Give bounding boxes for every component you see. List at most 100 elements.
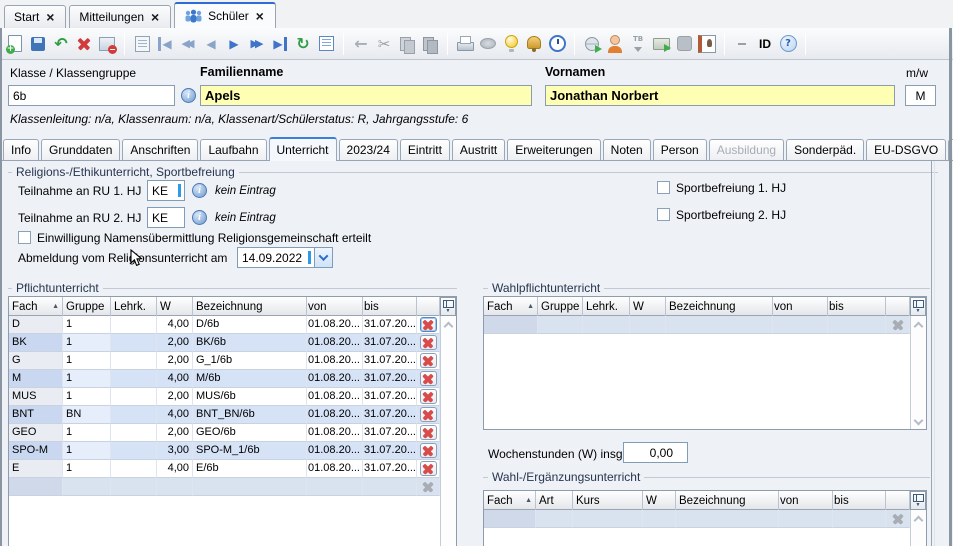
ru1-info-icon[interactable]	[192, 183, 207, 198]
hint-bulb-icon[interactable]	[501, 33, 521, 55]
sportbefreiung1-checkbox[interactable]	[657, 181, 670, 194]
column-header[interactable]: W	[643, 491, 676, 510]
remove-form-icon[interactable]	[97, 33, 117, 55]
delete-row-button[interactable]	[420, 425, 437, 440]
column-header[interactable]: von	[307, 297, 363, 316]
copy-icon[interactable]	[397, 33, 417, 55]
pflicht-row[interactable]: G 1 2,00 G_1/6b 01.08.20... 31.07.20...	[9, 352, 456, 370]
pflicht-row[interactable]: SPO-M 1 3,00 SPO-M_1/6b 01.08.20... 31.0…	[9, 442, 456, 460]
detail-tab[interactable]: Person	[653, 139, 707, 160]
document-tab[interactable]: Schüler	[174, 2, 276, 28]
ru1-input[interactable]: KE	[147, 180, 185, 201]
ru2-info-icon[interactable]	[192, 210, 207, 225]
detail-tab[interactable]: Info	[3, 139, 39, 160]
delete-row-button[interactable]	[420, 443, 437, 458]
copy-table-icon[interactable]	[132, 33, 152, 55]
abmeldung-date-value[interactable]: 14.09.2022	[237, 247, 314, 268]
column-header[interactable]: Fach	[484, 297, 538, 316]
nav-back-icon[interactable]	[201, 33, 221, 55]
pflicht-row[interactable]: GEO 1 2,00 GEO/6b 01.08.20... 31.07.20..…	[9, 424, 456, 442]
tab-close-icon[interactable]	[44, 10, 56, 25]
detail-tab[interactable]: Anschriften	[122, 139, 198, 160]
detail-tab[interactable]: Laufbahn	[200, 139, 266, 160]
column-header[interactable]: bis	[828, 297, 886, 316]
column-header[interactable]: Art	[536, 491, 573, 510]
delete-row-button[interactable]	[420, 371, 437, 386]
scroll-up-icon[interactable]	[914, 322, 924, 332]
web-export-icon[interactable]	[582, 33, 602, 55]
column-header[interactable]: von	[773, 297, 828, 316]
column-header[interactable]: bis	[363, 297, 417, 316]
pflicht-row[interactable]: MUS 1 2,00 MUS/6b 01.08.20... 31.07.20..…	[9, 388, 456, 406]
column-header[interactable]: bis	[833, 491, 886, 510]
delete-row-button[interactable]	[420, 389, 437, 404]
column-header[interactable]: W	[630, 297, 666, 316]
column-header[interactable]: W	[157, 297, 193, 316]
nav-first-icon[interactable]	[155, 33, 175, 55]
familienname-input[interactable]: Apels	[200, 85, 532, 106]
pflicht-row[interactable]: D 1 4,00 D/6b 01.08.20... 31.07.20...	[9, 316, 456, 334]
sportbefreiung2-checkbox[interactable]	[657, 208, 670, 221]
column-chooser-button[interactable]	[910, 491, 926, 510]
column-header[interactable]: Lehrk.	[111, 297, 157, 316]
column-header[interactable]: Fach	[484, 491, 536, 510]
column-header[interactable]: Bezeichnung	[676, 491, 779, 510]
column-header[interactable]: Gruppe	[538, 297, 583, 316]
address-book-icon[interactable]	[697, 33, 717, 55]
abmeldung-date-picker[interactable]: 14.09.2022	[237, 247, 333, 268]
pflicht-row[interactable]: BNT BN 4,00 BNT_BN/6b 01.08.20... 31.07.…	[9, 406, 456, 424]
klasse-input[interactable]: 6b	[8, 85, 175, 106]
refresh-icon[interactable]	[293, 33, 313, 55]
help-icon[interactable]	[778, 33, 798, 55]
detail-tab[interactable]: Eintritt	[400, 139, 450, 160]
date-dropdown-button[interactable]	[314, 247, 333, 268]
nav-last-icon[interactable]	[270, 33, 290, 55]
undo-icon[interactable]	[51, 33, 71, 55]
detail-tab[interactable]: 2023/24	[339, 139, 398, 160]
scroll-down-icon[interactable]	[914, 416, 924, 426]
student-icon[interactable]	[605, 33, 625, 55]
detail-tab[interactable]: Erweiterungen	[507, 139, 600, 160]
document-tab[interactable]: Mitteilungen	[69, 5, 171, 28]
delete-row-button[interactable]	[420, 461, 437, 476]
paste-icon[interactable]	[420, 33, 440, 55]
scroll-up-icon[interactable]	[444, 322, 454, 332]
einwilligung-checkbox[interactable]	[18, 231, 31, 244]
column-chooser-button[interactable]	[910, 297, 926, 316]
column-header[interactable]: Fach	[9, 297, 63, 316]
grid-scrollbar[interactable]	[440, 297, 456, 546]
folder-export-icon[interactable]	[651, 33, 671, 55]
pflicht-row[interactable]: E 1 4,00 E/6b 01.08.20... 31.07.20...	[9, 460, 456, 478]
detail-tab[interactable]: Noten	[603, 139, 651, 160]
grid-scrollbar[interactable]	[910, 297, 926, 429]
ru2-input[interactable]: KE	[147, 207, 185, 228]
delete-row-button[interactable]	[420, 407, 437, 422]
column-header[interactable]: Lehrk.	[583, 297, 630, 316]
vornamen-input[interactable]: Jonathan Norbert	[545, 85, 895, 106]
nav-fast-back-icon[interactable]	[178, 33, 198, 55]
detail-tab[interactable]: Ausbildung	[709, 139, 784, 160]
delete-row-button[interactable]	[420, 353, 437, 368]
detail-tab[interactable]: Grunddaten	[41, 139, 120, 160]
print-icon[interactable]	[455, 33, 475, 55]
nav-fast-forward-icon[interactable]	[247, 33, 267, 55]
new-record-icon[interactable]	[5, 33, 25, 55]
column-header[interactable]: von	[779, 491, 833, 510]
pflicht-row[interactable]: M 1 4,00 M/6b 01.08.20... 31.07.20...	[9, 370, 456, 388]
save-icon[interactable]	[28, 33, 48, 55]
tab-close-icon[interactable]	[254, 9, 266, 24]
column-header[interactable]: Bezeichnung	[193, 297, 307, 316]
detail-tab[interactable]: Sonderpäd.	[786, 139, 864, 160]
notification-bell-icon[interactable]	[524, 33, 544, 55]
column-header[interactable]: Kurs	[573, 491, 643, 510]
scroll-up-icon[interactable]	[914, 516, 924, 526]
delete-row-button[interactable]	[420, 335, 437, 350]
reminder-clock-icon[interactable]	[547, 33, 567, 55]
nav-forward-icon[interactable]	[224, 33, 244, 55]
delete-record-icon[interactable]	[74, 33, 94, 55]
tab-close-icon[interactable]	[149, 10, 161, 25]
details-list-icon[interactable]	[316, 33, 336, 55]
pflicht-row[interactable]: BK 1 2,00 BK/6b 01.08.20... 31.07.20...	[9, 334, 456, 352]
detail-tab[interactable]: EU-DSGVO	[866, 139, 946, 160]
wochenstunden-input[interactable]: 0,00	[623, 442, 688, 463]
